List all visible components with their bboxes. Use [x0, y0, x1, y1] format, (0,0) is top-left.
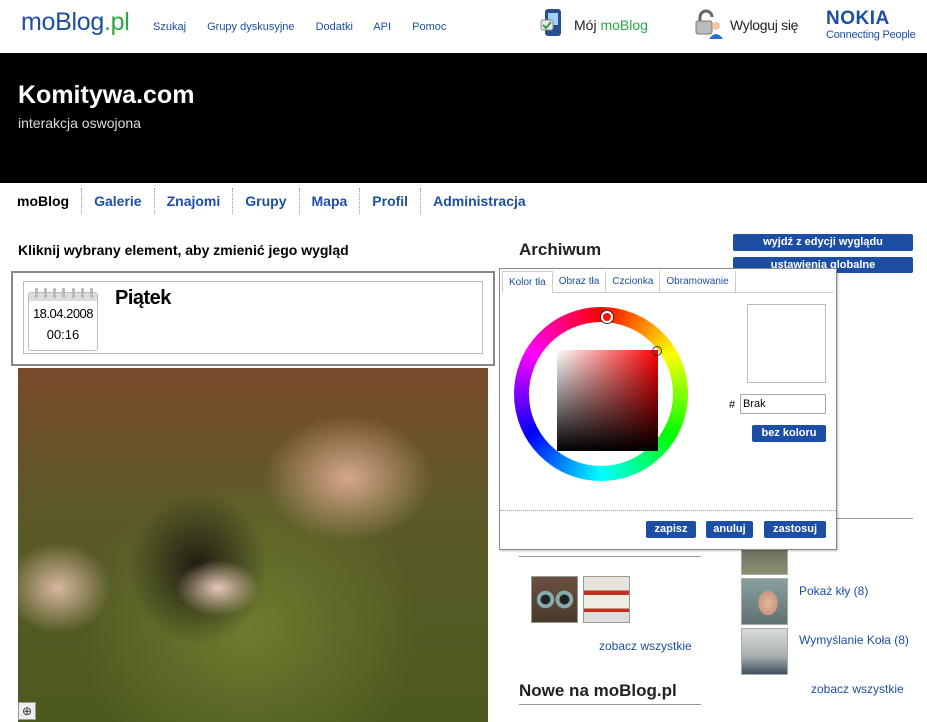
cancel-button[interactable]: anuluj [706, 521, 753, 538]
blog-title: Komitywa.com [18, 81, 195, 109]
nav-item-map[interactable]: Mapa [300, 188, 361, 214]
picker-tabs: Kolor tła Obraz tła Czcionka Obramowanie [502, 271, 834, 293]
save-button[interactable]: zapisz [646, 521, 696, 538]
tab-background-image[interactable]: Obraz tła [553, 271, 607, 292]
nav-item-administration[interactable]: Administracja [421, 188, 538, 214]
gallery-thumb[interactable] [531, 576, 578, 623]
nav-item-friends[interactable]: Znajomi [155, 188, 234, 214]
zoom-icon[interactable]: ⊕ [18, 702, 36, 720]
exit-edit-button[interactable]: wyjdź z edycji wyglądu [733, 234, 913, 251]
color-handle[interactable] [652, 346, 662, 356]
my-moblog-label: Mój moBlog [574, 17, 648, 33]
post-header-selected[interactable]: 18.04.2008 00:16 Piątek [11, 271, 495, 366]
sponsor-tagline: Connecting People [826, 29, 916, 41]
blog-banner[interactable]: Komitywa.com interakcja oswojona [0, 53, 927, 183]
hue-handle[interactable] [601, 311, 613, 323]
post-title[interactable]: Piątek [115, 287, 171, 310]
lock-user-icon [692, 8, 724, 43]
see-all-link[interactable]: zobacz wszystkie [811, 682, 904, 696]
gallery-thumbs [531, 576, 630, 623]
top-nav-api[interactable]: API [373, 21, 391, 33]
post-time: 00:16 [46, 327, 80, 342]
saturation-value-square[interactable] [557, 350, 658, 451]
apply-button[interactable]: zastosuj [764, 521, 826, 538]
logout-label: Wyloguj się [730, 17, 799, 33]
top-nav-groups[interactable]: Grupy dyskusyjne [207, 21, 294, 33]
site-logo[interactable]: moBlog.pl [21, 8, 130, 37]
nav-item-groups[interactable]: Grupy [233, 188, 300, 214]
blog-subtitle: interakcja oswojona [18, 115, 141, 131]
color-preview-swatch [747, 304, 826, 383]
calendar-rings [35, 288, 93, 298]
color-picker-dialog: Kolor tła Obraz tła Czcionka Obramowanie… [499, 268, 837, 550]
my-moblog-prefix: Mój [574, 17, 601, 33]
nav-item-galleries[interactable]: Galerie [82, 188, 155, 214]
related-thumb[interactable] [741, 628, 788, 675]
sponsor-name: NOKIA [826, 8, 890, 29]
hex-prefix: # [729, 399, 736, 411]
divider [519, 556, 701, 557]
top-nav: Szukaj Grupy dyskusyjne Dodatki API Pomo… [153, 21, 464, 33]
related-link[interactable]: Wymyślanie Koła (8) [799, 632, 909, 648]
new-on-moblog-heading[interactable]: Nowe na moBlog.pl [519, 681, 677, 701]
tab-font[interactable]: Czcionka [606, 271, 661, 292]
post-date: 18.04.2008 [32, 306, 94, 321]
divider [500, 510, 836, 511]
my-moblog-link[interactable]: Mój moBlog [540, 8, 648, 43]
tab-border[interactable]: Obramowanie [660, 271, 736, 292]
tab-background-color[interactable]: Kolor tła [502, 271, 553, 293]
hex-color-input[interactable] [740, 394, 826, 414]
logo-text-domain: .pl [103, 8, 130, 36]
calendar-icon: 18.04.2008 00:16 [28, 288, 98, 351]
phone-icon [540, 8, 568, 43]
post-photo[interactable] [18, 368, 488, 722]
main-nav: moBlog Galerie Znajomi Grupy Mapa Profil… [0, 187, 538, 215]
related-link[interactable]: Pokaż kły (8) [799, 584, 868, 598]
related-thumb[interactable] [741, 547, 788, 575]
top-nav-help[interactable]: Pomoc [412, 21, 446, 33]
nav-item-moblog[interactable]: moBlog [0, 188, 83, 214]
archive-heading[interactable]: Archiwum [519, 240, 601, 260]
logout-link[interactable]: Wyloguj się [692, 9, 798, 41]
top-nav-search[interactable]: Szukaj [153, 21, 186, 33]
related-thumb[interactable] [741, 578, 788, 625]
my-moblog-brand: moBlog [600, 17, 648, 33]
page: moBlog.pl Szukaj Grupy dyskusyjne Dodatk… [0, 0, 927, 722]
see-all-link[interactable]: zobacz wszystkie [599, 639, 692, 653]
edit-hint: Kliknij wybrany element, aby zmienić jeg… [18, 242, 349, 258]
nav-item-profile[interactable]: Profil [360, 188, 422, 214]
sponsor-logo[interactable]: NOKIA Connecting People [826, 8, 916, 41]
top-bar: moBlog.pl Szukaj Grupy dyskusyjne Dodatk… [0, 0, 927, 52]
divider [519, 704, 701, 705]
gallery-thumb[interactable] [583, 576, 630, 623]
no-color-button[interactable]: bez koloru [752, 425, 826, 442]
post-header[interactable]: 18.04.2008 00:16 Piątek [23, 281, 483, 354]
logo-text-main: moBlog [21, 8, 104, 36]
top-nav-addons[interactable]: Dodatki [316, 21, 353, 33]
